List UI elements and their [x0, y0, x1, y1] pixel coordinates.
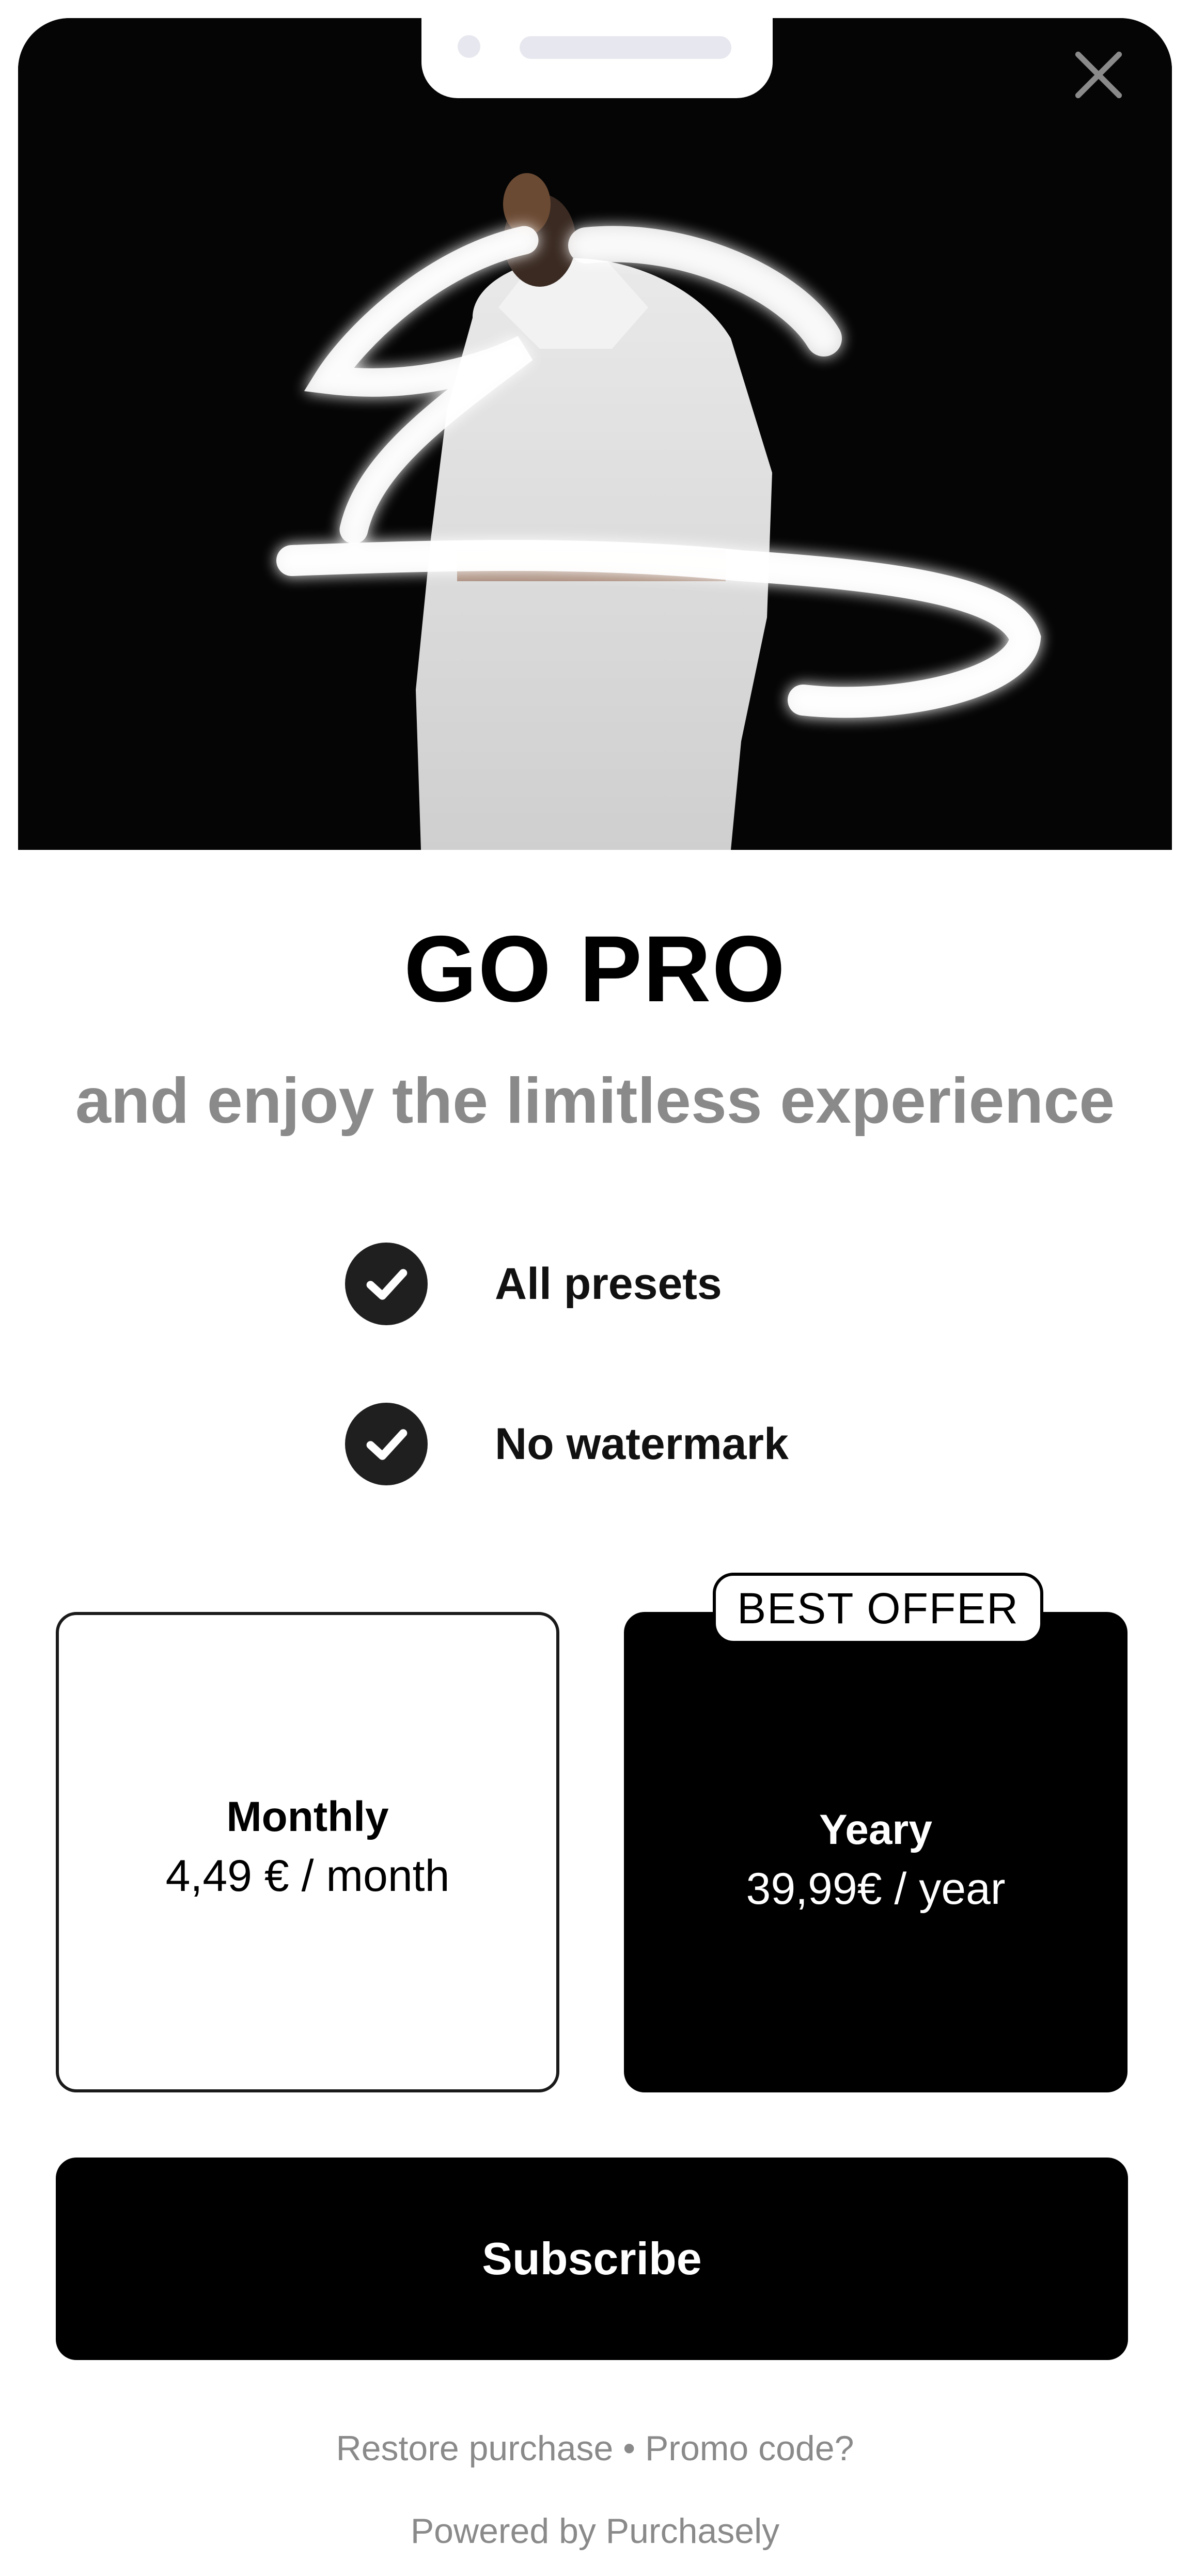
powered-by-text: Powered by Purchasely	[410, 2511, 780, 2551]
footer-links: Restore purchase • Promo code?	[0, 2428, 1190, 2469]
speaker-grille	[520, 36, 731, 59]
plan-name: Monthly	[226, 1793, 389, 1840]
footer-separator: •	[623, 2429, 645, 2468]
checkmark-circle-icon	[345, 1243, 428, 1325]
feature-label: No watermark	[495, 1419, 789, 1469]
plan-monthly-option[interactable]: Monthly 4,49 € / month	[56, 1612, 559, 2092]
feature-label: All presets	[495, 1259, 722, 1309]
best-offer-badge: BEST OFFER	[713, 1573, 1043, 1644]
close-icon	[1075, 51, 1122, 99]
plan-name: Yeary	[819, 1806, 932, 1853]
plan-price: 39,99€ / year	[746, 1864, 1006, 1914]
feature-item-all-presets: All presets	[345, 1240, 722, 1328]
restore-purchase-link[interactable]: Restore purchase	[336, 2429, 614, 2468]
feature-item-no-watermark: No watermark	[345, 1400, 789, 1488]
hero-artwork	[18, 18, 1172, 850]
page-subtitle: and enjoy the limitless experience	[75, 1065, 1115, 1137]
promo-code-link[interactable]: Promo code?	[645, 2429, 854, 2468]
checkmark-circle-icon	[345, 1403, 428, 1485]
plan-yearly-option[interactable]: Yeary 39,99€ / year	[624, 1612, 1128, 2092]
subscribe-button[interactable]: Subscribe	[56, 2158, 1128, 2360]
close-button[interactable]	[1070, 46, 1127, 103]
device-notch	[421, 0, 773, 98]
plan-price: 4,49 € / month	[165, 1851, 450, 1901]
page-title: GO PRO	[403, 916, 787, 1021]
camera-dot	[458, 35, 480, 58]
hero-image	[18, 18, 1172, 850]
